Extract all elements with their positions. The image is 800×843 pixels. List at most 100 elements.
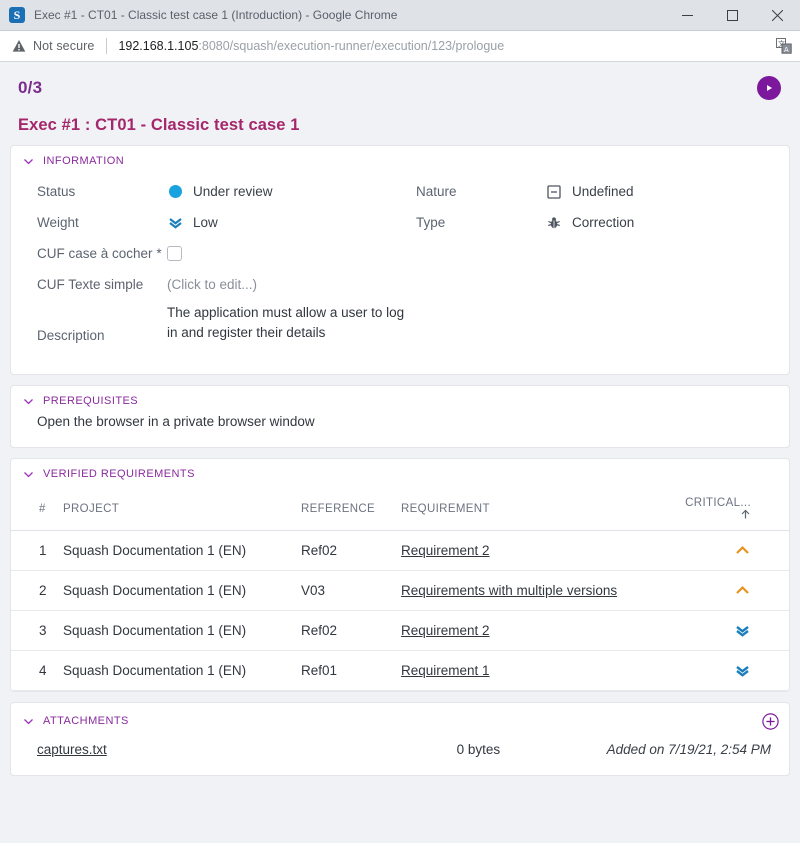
prerequisites-text: Open the browser in a private browser wi…	[11, 412, 789, 447]
cuf-text-value[interactable]: (Click to edit...)	[167, 277, 257, 292]
attachments-card: ATTACHMENTS captures.txt 0 bytes Added o…	[10, 702, 790, 776]
cell-project: Squash Documentation 1 (EN)	[63, 611, 301, 651]
cell-criticality	[669, 571, 789, 611]
table-row[interactable]: 1Squash Documentation 1 (EN)Ref02Require…	[11, 531, 789, 571]
chevron-down-icon[interactable]	[23, 716, 34, 727]
cell-reference: V03	[301, 571, 401, 611]
url-input[interactable]: 192.168.1.105:8080/squash/execution-runn…	[118, 39, 770, 53]
column-header-reference[interactable]: REFERENCE	[301, 485, 401, 531]
window-title: Exec #1 - CT01 - Classic test case 1 (In…	[34, 8, 665, 22]
column-header-project[interactable]: PROJECT	[63, 485, 301, 531]
requirement-link[interactable]: Requirements with multiple versions	[401, 583, 617, 598]
information-left-column: Status Under review Weight Low	[11, 176, 410, 356]
nature-label: Nature	[416, 184, 546, 199]
squash-app-icon: S	[9, 7, 25, 23]
nature-value-group: Undefined	[546, 184, 634, 199]
minimize-icon[interactable]	[665, 0, 710, 31]
prerequisites-card: PREREQUISITES Open the browser in a priv…	[10, 385, 790, 448]
prerequisites-card-header[interactable]: PREREQUISITES	[11, 386, 789, 412]
chevron-down-icon[interactable]	[23, 396, 34, 407]
url-path: :8080/squash/execution-runner/execution/…	[198, 39, 504, 53]
type-value-group: Correction	[546, 215, 634, 230]
column-header-index[interactable]: #	[11, 485, 63, 531]
not-secure-warning-icon	[12, 39, 26, 53]
verified-requirements-card-header[interactable]: VERIFIED REQUIREMENTS	[11, 459, 789, 485]
criticality-low-icon	[669, 622, 751, 639]
cell-index: 4	[11, 651, 63, 691]
type-value: Correction	[572, 215, 634, 230]
nature-row: Nature Undefined	[416, 176, 789, 207]
cuf-checkbox-input[interactable]	[167, 246, 182, 261]
step-progress-counter: 0/3	[18, 78, 42, 98]
weight-label: Weight	[37, 215, 167, 230]
cell-index: 1	[11, 531, 63, 571]
column-header-requirement[interactable]: REQUIREMENT	[401, 485, 669, 531]
cell-reference: Ref01	[301, 651, 401, 691]
weight-value: Low	[193, 215, 218, 230]
information-right-column: Nature Undefined Type	[410, 176, 789, 356]
table-row[interactable]: 4Squash Documentation 1 (EN)Ref01Require…	[11, 651, 789, 691]
attachments-card-header[interactable]: ATTACHMENTS	[11, 703, 789, 735]
verified-requirements-table: # PROJECT REFERENCE REQUIREMENT CRITICAL…	[11, 485, 789, 691]
verified-requirements-section-title: VERIFIED REQUIREMENTS	[43, 468, 195, 480]
cuf-checkbox-row: CUF case à cocher *	[37, 238, 410, 269]
browser-urlbar[interactable]: Not secure 192.168.1.105:8080/squash/exe…	[0, 31, 800, 62]
attachments-section-title: ATTACHMENTS	[43, 715, 129, 727]
criticality-low-icon	[669, 662, 751, 679]
cell-requirement: Requirement 2	[401, 531, 669, 571]
requirement-link[interactable]: Requirement 1	[401, 663, 490, 678]
required-marker: *	[156, 246, 161, 261]
cell-project: Squash Documentation 1 (EN)	[63, 531, 301, 571]
information-section-title: INFORMATION	[43, 155, 124, 167]
browser-titlebar: S Exec #1 - CT01 - Classic test case 1 (…	[0, 0, 800, 31]
table-row[interactable]: 3Squash Documentation 1 (EN)Ref02Require…	[11, 611, 789, 651]
url-host: 192.168.1.105	[118, 39, 198, 53]
cell-project: Squash Documentation 1 (EN)	[63, 571, 301, 611]
requirement-link[interactable]: Requirement 2	[401, 543, 490, 558]
cuf-checkbox-value-group	[167, 246, 182, 261]
attachment-file-size: 0 bytes	[457, 742, 607, 757]
status-label: Status	[37, 184, 167, 199]
table-header: # PROJECT REFERENCE REQUIREMENT CRITICAL…	[11, 485, 789, 531]
criticality-high-icon	[669, 542, 751, 559]
weight-value-group: Low	[167, 215, 218, 230]
cell-index: 2	[11, 571, 63, 611]
play-button[interactable]	[757, 76, 781, 100]
requirement-link[interactable]: Requirement 2	[401, 623, 490, 638]
translate-icon[interactable]: 文 A	[776, 38, 792, 54]
description-row: Description The application must allow a…	[37, 300, 410, 356]
cuf-checkbox-label: CUF case à cocher *	[37, 246, 167, 261]
chevron-down-icon[interactable]	[23, 156, 34, 167]
chevron-down-icon[interactable]	[23, 469, 34, 480]
information-card: INFORMATION Status Under review Weight	[10, 145, 790, 375]
status-row: Status Under review	[37, 176, 410, 207]
column-header-criticality[interactable]: CRITICAL...	[669, 485, 789, 531]
attachment-file-link[interactable]: captures.txt	[37, 742, 107, 757]
status-dot-icon	[167, 185, 183, 198]
information-body: Status Under review Weight Low	[11, 172, 789, 374]
cuf-text-row: CUF Texte simple (Click to edit...)	[37, 269, 410, 300]
urlbar-divider	[106, 38, 107, 54]
weight-row: Weight Low	[37, 207, 410, 238]
runner-topbar: 0/3	[10, 62, 790, 100]
table-row[interactable]: 2Squash Documentation 1 (EN)V03Requireme…	[11, 571, 789, 611]
cuf-checkbox-label-text: CUF case à cocher	[37, 246, 153, 261]
square-minus-icon	[546, 185, 562, 199]
cell-project: Squash Documentation 1 (EN)	[63, 651, 301, 691]
column-header-criticality-text: CRITICAL...	[685, 497, 751, 509]
page-title: Exec #1 : CT01 - Classic test case 1	[10, 100, 790, 145]
bug-icon	[546, 216, 562, 230]
svg-text:A: A	[784, 47, 789, 54]
status-value: Under review	[193, 184, 273, 199]
cell-requirement: Requirement 1	[401, 651, 669, 691]
cell-index: 3	[11, 611, 63, 651]
close-icon[interactable]	[755, 0, 800, 31]
cuf-text-value-group[interactable]: (Click to edit...)	[167, 277, 257, 292]
sort-ascending-icon[interactable]	[740, 509, 751, 520]
maximize-icon[interactable]	[710, 0, 755, 31]
cell-requirement: Requirement 2	[401, 611, 669, 651]
verified-requirements-card: VERIFIED REQUIREMENTS # PROJECT REFERENC…	[10, 458, 790, 692]
type-label: Type	[416, 215, 546, 230]
add-attachment-icon[interactable]	[761, 712, 779, 730]
information-card-header[interactable]: INFORMATION	[11, 146, 789, 172]
